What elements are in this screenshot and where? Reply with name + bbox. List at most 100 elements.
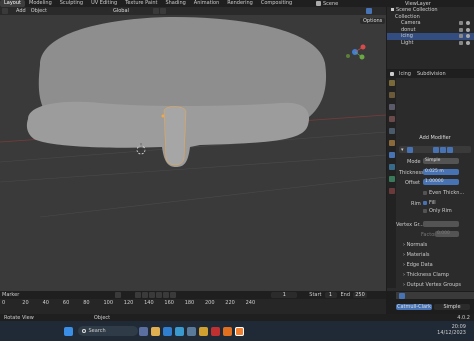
taskbar-search[interactable]: Search <box>77 326 138 336</box>
scene-selector[interactable]: Scene <box>316 0 338 7</box>
viewport-icon[interactable] <box>439 146 446 153</box>
visibility-eye-icon[interactable] <box>466 40 470 45</box>
section-materials[interactable]: › Materials <box>399 250 471 260</box>
outliner-items: Camera donut icing Light <box>387 20 474 46</box>
output-tab-icon[interactable] <box>388 104 395 110</box>
render-camera-icon[interactable] <box>459 40 463 45</box>
prev-keyframe-icon[interactable] <box>142 292 149 298</box>
tab-uv-editing[interactable]: UV Editing <box>87 0 121 7</box>
task-view-icon[interactable] <box>139 326 148 336</box>
tab-sculpting[interactable]: Sculpting <box>56 0 87 7</box>
jump-start-icon[interactable] <box>135 292 142 298</box>
fill-checkbox[interactable] <box>423 201 427 205</box>
outliner-item-light[interactable]: Light <box>387 40 474 47</box>
view-layer-selector[interactable]: ViewLayer <box>405 0 431 7</box>
object-tab-icon[interactable] <box>388 140 395 146</box>
render-icon[interactable] <box>446 146 453 153</box>
windows-start-icon[interactable] <box>64 326 73 336</box>
tab-compositing[interactable]: Compositing <box>257 0 296 7</box>
camera-view-icon[interactable] <box>362 89 368 95</box>
edge-browser-icon[interactable] <box>163 326 172 336</box>
firefox-icon[interactable] <box>223 326 232 336</box>
particles-tab-icon[interactable] <box>388 164 395 170</box>
tab-geometry-nodes[interactable]: Geometry Nodes <box>296 0 300 7</box>
add-modifier-button[interactable]: Add Modifier <box>399 135 471 141</box>
material-tab-icon[interactable] <box>388 188 395 194</box>
section-output-vertex-groups[interactable]: › Output Vertex Groups <box>399 280 471 290</box>
next-keyframe-icon[interactable] <box>163 292 170 298</box>
gizmo-neg-y-icon[interactable] <box>346 54 350 58</box>
section-thickness-clamp[interactable]: › Thickness Clamp <box>399 270 471 280</box>
timeline-tick-label: 0 <box>2 300 6 306</box>
blender-version: 4.0.2 <box>457 314 470 321</box>
notes-icon[interactable] <box>199 326 208 336</box>
tab-animation[interactable]: Animation <box>190 0 224 7</box>
catmull-clark-button[interactable]: Catmull-Clark <box>396 303 432 310</box>
mode-dropdown[interactable]: Simple <box>423 158 459 164</box>
factor-field[interactable]: 0.000 <box>435 231 459 237</box>
clock-date: 14/12/2023 <box>437 330 466 336</box>
visibility-eye-icon[interactable] <box>466 27 470 32</box>
visibility-eye-icon[interactable] <box>466 34 470 38</box>
outliner-item-label: donut <box>401 26 416 33</box>
file-explorer-icon[interactable] <box>151 326 160 336</box>
scene-tab-icon[interactable] <box>388 116 395 122</box>
viewport-scene <box>0 17 386 218</box>
physics-tab-icon[interactable] <box>388 176 395 182</box>
blender-taskbar-icon[interactable] <box>235 326 244 336</box>
store-icon[interactable] <box>175 326 184 336</box>
timeline-ruler[interactable]: 0 20 40 60 80 100 120 140 160 180 200 220 240 <box>0 300 386 308</box>
jump-end-icon[interactable] <box>170 292 177 298</box>
tab-texture-paint[interactable]: Texture Paint <box>121 0 161 7</box>
photos-icon[interactable] <box>187 326 196 336</box>
timeline-marker-menu[interactable]: Marker <box>2 292 19 298</box>
end-frame-field[interactable]: 250 <box>353 292 368 298</box>
grid-line <box>0 154 386 183</box>
current-frame-field[interactable]: 1 <box>271 292 298 298</box>
simple-button[interactable]: Simple <box>434 303 470 310</box>
pan-hand-icon[interactable] <box>362 78 368 84</box>
world-tab-icon[interactable] <box>388 128 395 134</box>
render-camera-icon[interactable] <box>459 34 463 38</box>
even-thickness-checkbox[interactable] <box>423 191 427 195</box>
tab-layout[interactable]: Layout <box>0 0 25 7</box>
render-camera-icon[interactable] <box>459 21 463 25</box>
timeline-tick-label: 40 <box>42 300 49 306</box>
perspective-grid-icon[interactable] <box>362 100 368 106</box>
render-tab-icon[interactable] <box>388 92 395 98</box>
viewport-3d[interactable]: Add Object Global Options <box>0 7 386 291</box>
edit-mode-icon[interactable] <box>432 146 439 153</box>
object-origin <box>161 114 165 118</box>
timeline-tick-label: 180 <box>184 300 195 306</box>
render-camera-icon[interactable] <box>459 27 463 32</box>
section-label: Edge Data <box>406 262 433 268</box>
record-icon[interactable] <box>115 292 122 298</box>
section-normals[interactable]: › Normals <box>399 240 471 250</box>
tab-modeling[interactable]: Modeling <box>25 0 56 7</box>
tab-shading[interactable]: Shading <box>161 0 189 7</box>
visibility-eye-icon[interactable] <box>466 21 470 25</box>
tool-tab-icon[interactable] <box>388 80 395 86</box>
play-reverse-icon[interactable] <box>149 292 156 298</box>
solidify-modifier-header[interactable]: ▾ <box>399 146 471 153</box>
only-rim-checkbox[interactable] <box>423 209 427 213</box>
play-icon[interactable] <box>156 292 163 298</box>
navigation-gizmo[interactable] <box>340 37 370 67</box>
start-frame-field[interactable]: 1 <box>324 292 337 298</box>
section-edge-data[interactable]: › Edge Data <box>399 260 471 270</box>
vertex-group-field[interactable] <box>423 221 459 227</box>
app-icon[interactable] <box>211 326 220 336</box>
tab-rendering[interactable]: Rendering <box>223 0 257 7</box>
timeline-tick-label: 60 <box>62 300 70 306</box>
subdivision-modifier-header[interactable] <box>396 292 474 299</box>
thickness-field[interactable]: 0.025 m <box>423 169 459 175</box>
taskbar-clock[interactable]: 20:09 14/12/2023 <box>437 324 466 336</box>
search-icon <box>81 329 86 333</box>
expand-arrow-icon[interactable]: ▾ <box>401 147 404 153</box>
offset-field[interactable]: 1.00000 <box>423 179 459 185</box>
zoom-icon[interactable] <box>362 67 368 73</box>
timeline-header: Marker 1 Start 1 End 250 <box>0 291 386 299</box>
view-layer-name: ViewLayer <box>405 0 431 7</box>
modifier-tab-icon[interactable] <box>388 152 395 158</box>
section-label: Thickness Clamp <box>406 272 449 278</box>
